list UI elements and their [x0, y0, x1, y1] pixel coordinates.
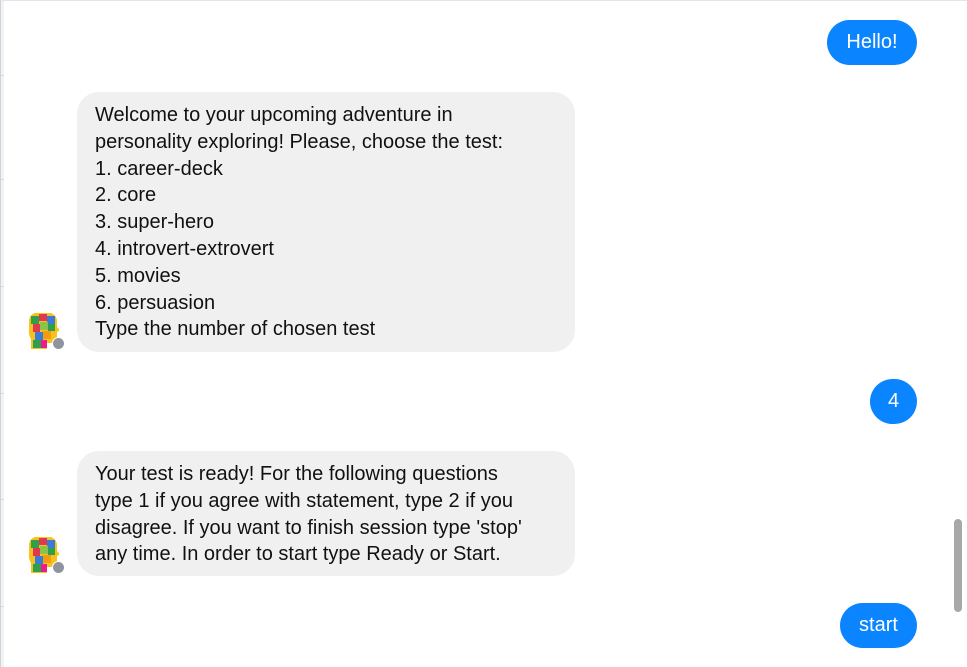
chat-window: Hello! Welcome to your upcoming adventur…: [0, 0, 967, 667]
gutter-divider: [1, 75, 4, 76]
scrollbar[interactable]: [952, 1, 964, 667]
bot-avatar[interactable]: [28, 534, 65, 574]
gutter-divider: [1, 393, 4, 394]
user-message-bubble[interactable]: start: [840, 603, 917, 648]
messenger-badge-icon: [52, 337, 65, 350]
bot-message-bubble[interactable]: Welcome to your upcoming adventure in pe…: [77, 92, 575, 352]
left-gutter: [1, 1, 4, 667]
gutter-divider: [1, 606, 4, 607]
user-message-bubble[interactable]: Hello!: [827, 20, 917, 65]
user-message-bubble[interactable]: 4: [870, 379, 917, 424]
bot-message-bubble[interactable]: Your test is ready! For the following qu…: [77, 451, 575, 576]
messenger-badge-icon: [52, 561, 65, 574]
gutter-divider: [1, 179, 4, 180]
gutter-divider: [1, 499, 4, 500]
gutter-divider: [1, 286, 4, 287]
bot-avatar[interactable]: [28, 310, 65, 350]
scrollbar-thumb[interactable]: [954, 519, 962, 612]
